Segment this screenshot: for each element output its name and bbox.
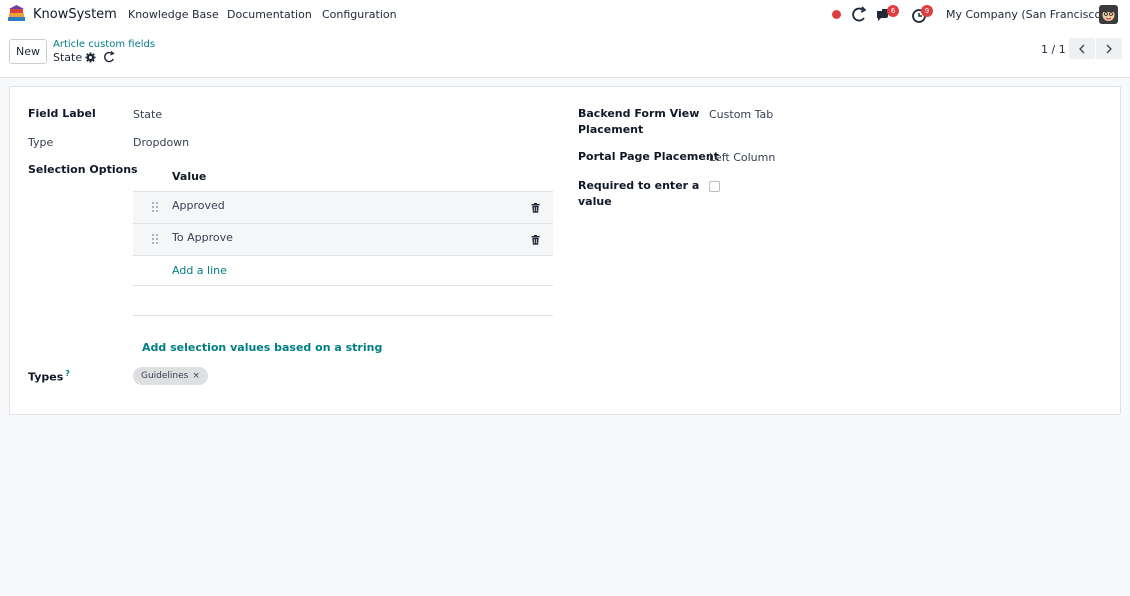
- required-checkbox[interactable]: [709, 181, 720, 192]
- gear-icon[interactable]: [85, 52, 96, 63]
- drag-handle-icon[interactable]: [151, 233, 159, 245]
- add-a-line-link[interactable]: Add a line: [172, 264, 227, 277]
- field-label-label: Field Label: [28, 107, 96, 120]
- pager-next-button[interactable]: [1096, 38, 1122, 59]
- chevron-right-icon: [1106, 44, 1112, 53]
- required-label-line1: Required to enter a: [578, 179, 700, 192]
- discard-changes-icon[interactable]: [103, 51, 115, 63]
- portal-placement-label: Portal Page Placement: [578, 150, 719, 163]
- tag-remove-icon[interactable]: ×: [192, 371, 200, 381]
- menu-knowledge-base[interactable]: Knowledge Base: [128, 8, 219, 21]
- types-label: Types?: [28, 369, 70, 384]
- tag-guidelines[interactable]: Guidelines ×: [133, 367, 208, 385]
- app-name[interactable]: KnowSystem: [33, 7, 117, 22]
- activity-refresh-icon[interactable]: [850, 6, 868, 24]
- type-label: Type: [28, 136, 54, 149]
- new-button[interactable]: New: [9, 39, 47, 64]
- menu-configuration[interactable]: Configuration: [322, 8, 397, 21]
- activities-badge: 9: [921, 5, 933, 17]
- field-label-value[interactable]: State: [133, 108, 162, 121]
- value-column-header[interactable]: Value: [172, 170, 206, 183]
- top-navbar: KnowSystem Knowledge Base Documentation …: [0, 0, 1130, 29]
- avatar-face-icon: [1099, 5, 1118, 24]
- trash-icon[interactable]: [531, 203, 540, 213]
- required-label-line2: value: [578, 195, 612, 208]
- status-dot-icon[interactable]: [832, 10, 841, 19]
- user-avatar[interactable]: [1099, 5, 1118, 24]
- option-value[interactable]: Approved: [172, 199, 225, 212]
- control-panel: New Article custom fields State 1 / 1: [0, 29, 1130, 78]
- chevron-left-icon: [1079, 44, 1085, 53]
- drag-handle-icon[interactable]: [151, 201, 159, 213]
- company-switcher[interactable]: My Company (San Francisco): [946, 8, 1105, 21]
- add-selection-values-link[interactable]: Add selection values based on a string: [142, 341, 382, 354]
- row-divider: [133, 315, 553, 316]
- backend-placement-label-line1: Backend Form View: [578, 107, 700, 120]
- backend-placement-label-line2: Placement: [578, 123, 644, 136]
- types-label-text: Types: [28, 370, 64, 384]
- portal-placement-value[interactable]: Left Column: [709, 151, 775, 164]
- option-value[interactable]: To Approve: [172, 231, 233, 244]
- backend-placement-value[interactable]: Custom Tab: [709, 108, 773, 121]
- selection-options-label: Selection Options: [28, 163, 138, 176]
- record-name: State: [53, 51, 83, 64]
- menu-documentation[interactable]: Documentation: [227, 8, 312, 21]
- type-value[interactable]: Dropdown: [133, 136, 189, 149]
- row-divider: [133, 255, 553, 256]
- trash-icon[interactable]: [531, 235, 540, 245]
- pager-value[interactable]: 1 / 1: [1041, 43, 1066, 56]
- messages-badge: 6: [887, 5, 899, 17]
- app-logo-icon[interactable]: [7, 5, 26, 24]
- tag-label: Guidelines: [141, 371, 189, 381]
- row-divider: [133, 285, 553, 286]
- pager-previous-button[interactable]: [1069, 38, 1095, 59]
- help-tooltip-icon[interactable]: ?: [65, 369, 70, 378]
- form-sheet: Field Label State Type Dropdown Selectio…: [9, 86, 1121, 415]
- breadcrumb-parent[interactable]: Article custom fields: [53, 39, 155, 50]
